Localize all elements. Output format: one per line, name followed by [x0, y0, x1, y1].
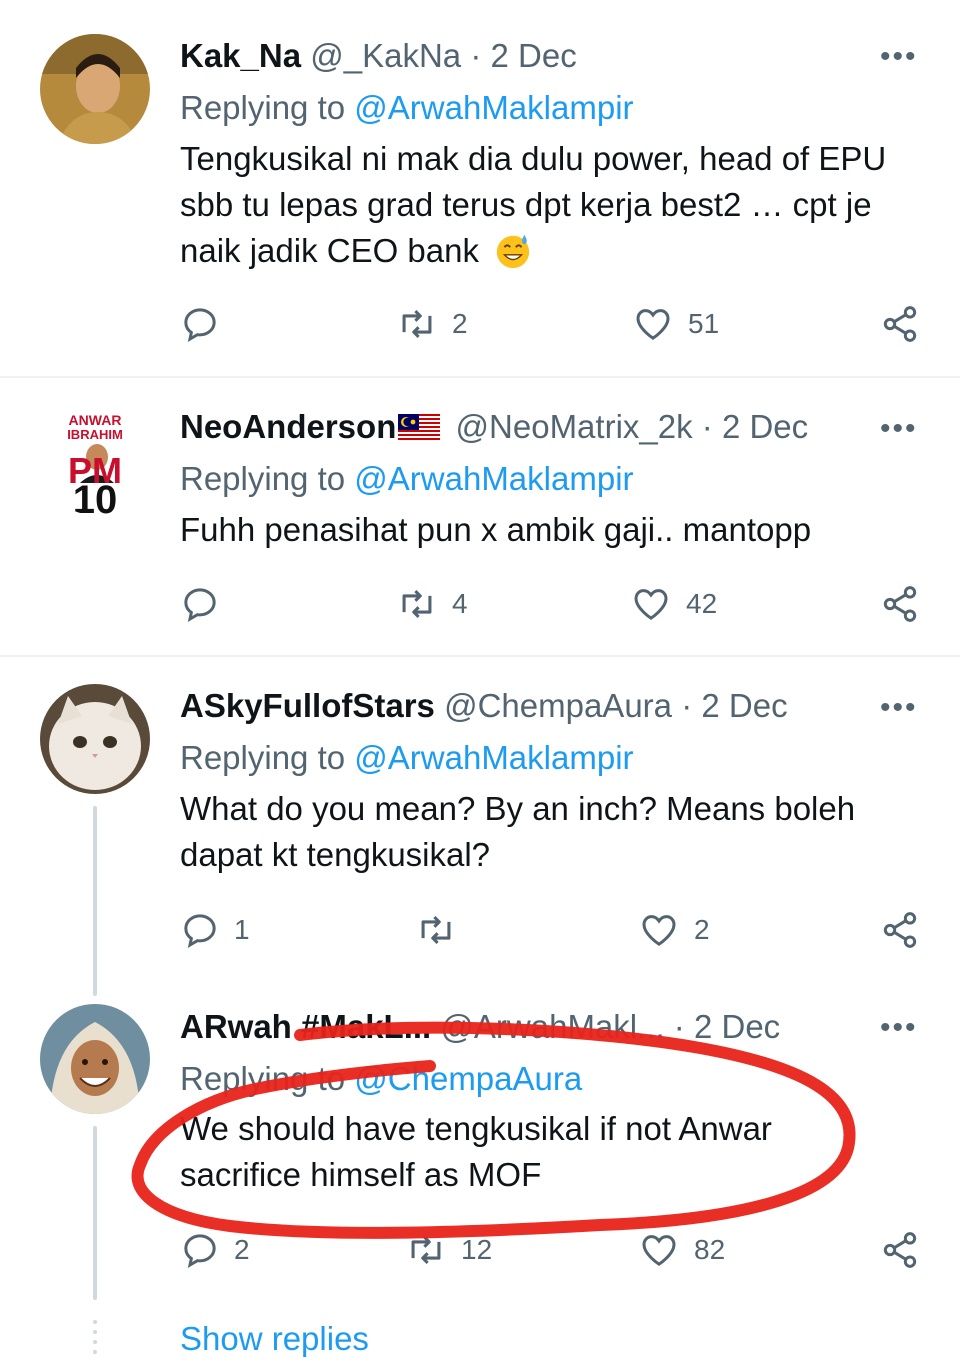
tweet-header: ARwah #MakL... @ArwahMakl... · 2 Dec — [180, 1007, 780, 1047]
tweet-header: NeoAnderson @NeoMatrix_2k · 2 Dec — [180, 407, 808, 447]
replying-to: Replying to @ArwahMaklampir — [180, 459, 634, 499]
tweet-text-content: Tengkusikal ni mak dia dulu power, head … — [180, 140, 887, 269]
share-icon — [883, 912, 917, 948]
retweet-count: 12 — [461, 1234, 493, 1265]
heart-icon — [642, 915, 676, 946]
user-handle[interactable]: @NeoMatrix_2k — [456, 408, 693, 445]
avatar[interactable] — [40, 684, 150, 794]
tweet-date[interactable]: 2 Dec — [701, 687, 787, 724]
retweet-icon — [411, 1235, 441, 1265]
separator-dot: · — [681, 687, 693, 724]
more-options-icon[interactable]: ••• — [880, 414, 918, 444]
tweet-date[interactable]: 2 Dec — [722, 408, 808, 445]
separator-dot: · — [673, 1008, 685, 1045]
mention-link[interactable]: @ArwahMaklampir — [354, 89, 633, 126]
like-count: 82 — [694, 1234, 726, 1265]
display-name[interactable]: Kak_Na — [180, 37, 301, 74]
retweet-button[interactable]: 12 — [405, 1230, 492, 1270]
more-options-icon[interactable]: ••• — [880, 42, 918, 72]
like-button[interactable]: 51 — [632, 304, 719, 344]
retweet-icon — [402, 309, 432, 339]
retweet-icon — [402, 589, 432, 619]
reply-button[interactable]: 2 — [180, 1230, 250, 1270]
separator-dot: · — [470, 37, 482, 74]
show-replies-link[interactable]: Show replies — [180, 1320, 369, 1358]
thread-line — [93, 1126, 97, 1300]
avatar[interactable] — [40, 1004, 150, 1114]
like-count: 42 — [686, 588, 718, 619]
user-handle[interactable]: @ArwahMakl... — [440, 1008, 664, 1045]
retweet-count: 4 — [452, 588, 468, 619]
replying-to: Replying to @ArwahMaklampir — [180, 88, 634, 128]
malaysia-flag-emoji — [398, 414, 441, 442]
reply-count: 1 — [234, 914, 250, 945]
avatar-text: ANWAR — [69, 412, 122, 428]
user-handle[interactable]: @_KakNa — [310, 37, 461, 74]
reply-button[interactable]: 1 — [180, 910, 250, 950]
share-icon — [883, 306, 917, 342]
display-name[interactable]: ARwah #MakL... — [180, 1008, 431, 1045]
separator-dot: · — [701, 408, 713, 445]
share-button[interactable] — [880, 584, 920, 624]
replying-to-label: Replying to — [180, 89, 346, 126]
display-name[interactable]: ASkyFullofStars — [180, 687, 435, 724]
tweet-text: Fuhh penasihat pun x ambik gaji.. mantop… — [180, 511, 812, 548]
user-handle[interactable]: @ChempaAura — [444, 687, 672, 724]
mention-link[interactable]: @ArwahMaklampir — [354, 460, 633, 497]
retweet-button[interactable] — [415, 910, 457, 950]
tweet-divider — [0, 655, 960, 657]
retweet-button[interactable]: 4 — [396, 584, 468, 624]
reply-button[interactable] — [180, 304, 220, 344]
reply-icon — [184, 588, 216, 623]
share-icon — [883, 586, 917, 622]
grinning-sweat-emoji — [497, 234, 530, 269]
share-icon — [883, 1232, 917, 1268]
replying-to: Replying to @ChempaAura — [180, 1059, 582, 1099]
reply-icon — [184, 308, 216, 343]
heart-icon — [642, 1235, 676, 1266]
tweet-date[interactable]: 2 Dec — [694, 1008, 780, 1045]
share-button[interactable] — [880, 1230, 920, 1270]
display-name[interactable]: NeoAnderson — [180, 408, 396, 445]
tweet-date[interactable]: 2 Dec — [491, 37, 577, 74]
share-button[interactable] — [880, 910, 920, 950]
replying-to-label: Replying to — [180, 1060, 346, 1097]
heart-icon — [636, 309, 670, 340]
tweet-divider — [0, 376, 960, 378]
tweet-text: What do you mean? By an inch? Means bole… — [180, 790, 856, 873]
avatar-text: IBRAHIM — [67, 427, 123, 442]
reply-button[interactable] — [180, 584, 220, 624]
heart-icon — [634, 589, 668, 620]
replying-to-label: Replying to — [180, 460, 346, 497]
retweet-count: 2 — [452, 308, 468, 339]
more-options-icon[interactable]: ••• — [880, 1013, 918, 1043]
tweet-header: Kak_Na @_KakNa · 2 Dec — [180, 36, 577, 76]
reply-count: 2 — [234, 1234, 250, 1265]
avatar[interactable]: ANWAR IBRAHIM PM 10 — [40, 405, 150, 515]
replying-to-label: Replying to — [180, 739, 346, 776]
replying-to: Replying to @ArwahMaklampir — [180, 738, 634, 778]
tweet-text: We should have tengkusikal if not Anwar … — [180, 1110, 772, 1193]
like-button[interactable]: 82 — [638, 1230, 725, 1270]
like-button[interactable]: 2 — [638, 910, 710, 950]
retweet-button[interactable]: 2 — [396, 304, 468, 344]
avatar-text: 10 — [73, 478, 118, 515]
tweet-header: ASkyFullofStars @ChempaAura · 2 Dec — [180, 686, 788, 726]
thread-line — [93, 806, 97, 996]
reply-icon — [184, 1234, 216, 1269]
retweet-icon — [421, 915, 451, 945]
like-count: 51 — [688, 308, 720, 339]
share-button[interactable] — [880, 304, 920, 344]
mention-link[interactable]: @ArwahMaklampir — [354, 739, 633, 776]
avatar[interactable] — [40, 34, 150, 144]
like-button[interactable]: 42 — [630, 584, 717, 624]
more-options-icon[interactable]: ••• — [880, 693, 918, 723]
tweet-text: Tengkusikal ni mak dia dulu power, head … — [180, 136, 920, 274]
mention-link[interactable]: @ChempaAura — [354, 1060, 582, 1097]
like-count: 2 — [694, 914, 710, 945]
reply-icon — [184, 914, 216, 949]
thread-dots — [93, 1320, 97, 1360]
